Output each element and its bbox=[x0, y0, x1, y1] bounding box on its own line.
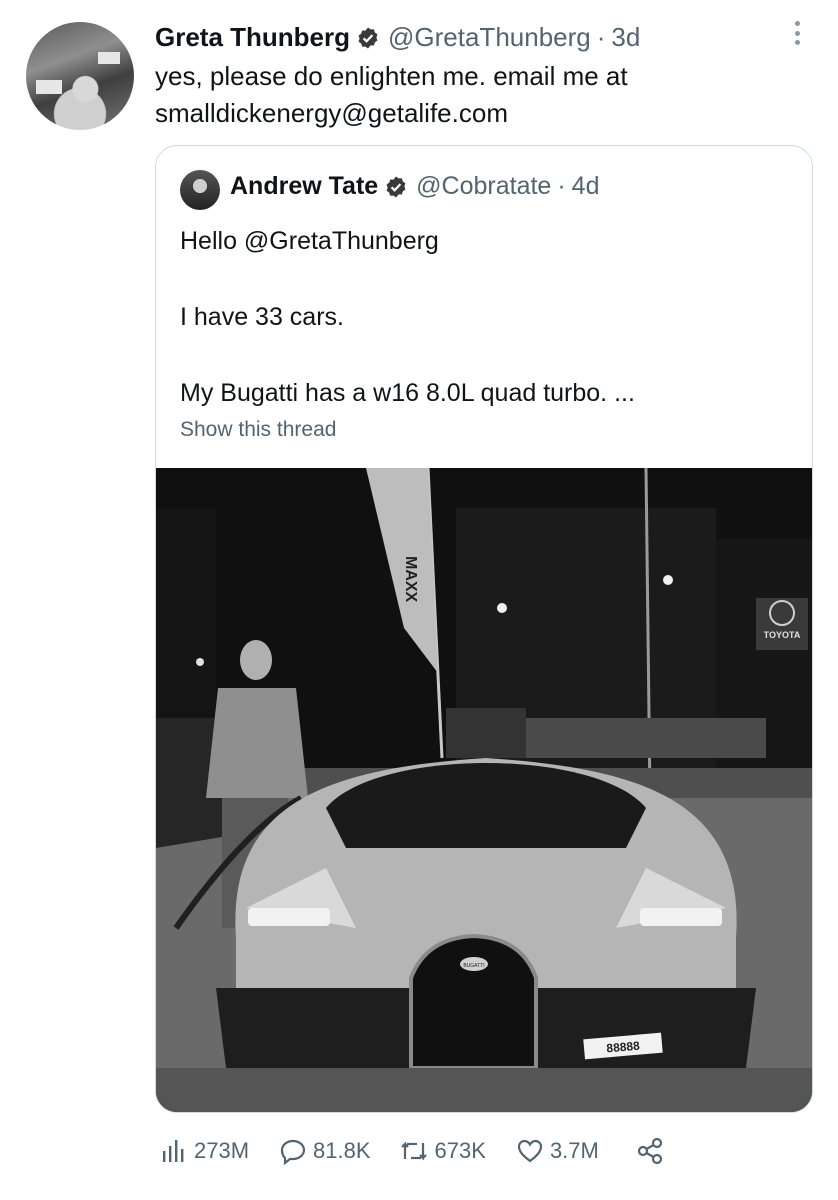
quoted-author-name[interactable]: Andrew Tate bbox=[230, 172, 378, 201]
quoted-tweet-header: Andrew Tate @Cobratate · 4d bbox=[230, 172, 599, 201]
like-count: 3.7M bbox=[549, 1138, 599, 1163]
author-avatar[interactable] bbox=[26, 22, 134, 130]
reply-icon bbox=[280, 1139, 306, 1165]
share-button[interactable] bbox=[635, 1136, 671, 1166]
reply-count: 81.8K bbox=[313, 1138, 371, 1163]
views-count: 273M bbox=[194, 1138, 250, 1163]
verified-badge-icon bbox=[358, 27, 378, 48]
plate-text: 88888 bbox=[606, 1039, 641, 1056]
avatar-sign bbox=[98, 52, 120, 64]
retweet-button[interactable]: 673K bbox=[399, 1137, 486, 1165]
author-name[interactable]: Greta Thunberg bbox=[155, 22, 350, 53]
tweet[interactable]: Greta Thunberg @GretaThunberg · 3d yes, … bbox=[0, 0, 838, 1200]
author-handle[interactable]: @GretaThunberg bbox=[388, 22, 591, 53]
share-icon bbox=[637, 1137, 662, 1165]
flag-brand-text: MAXX bbox=[402, 556, 419, 603]
views-icon bbox=[163, 1140, 184, 1162]
like-icon bbox=[517, 1139, 543, 1163]
car-photo: TOYOTA MAXX BUGATTI 88888 bbox=[156, 468, 812, 1112]
retweet-count: 673K bbox=[434, 1138, 486, 1163]
reply-button[interactable]: 81.8K bbox=[279, 1137, 371, 1165]
views-button[interactable]: 273M bbox=[160, 1137, 249, 1165]
tweet-text-line: yes, please do enlighten me. email me at bbox=[155, 61, 628, 91]
verified-badge-icon bbox=[386, 176, 406, 197]
quoted-text-line: My Bugatti has a w16 8.0L quad turbo. ..… bbox=[180, 379, 635, 407]
tweet-header: Greta Thunberg @GretaThunberg · 3d bbox=[155, 22, 640, 53]
show-thread-link[interactable]: Show this thread bbox=[180, 418, 336, 442]
quoted-tweet-text: Hello @GretaThunberg I have 33 cars. My … bbox=[180, 222, 790, 412]
more-icon[interactable] bbox=[790, 18, 804, 48]
tweet-text-line: smalldickenergy@getalife.com bbox=[155, 98, 508, 128]
quoted-author-avatar[interactable] bbox=[180, 170, 220, 210]
quoted-tweet-time[interactable]: 4d bbox=[572, 172, 600, 201]
like-button[interactable]: 3.7M bbox=[516, 1137, 599, 1165]
quoted-text-line: I have 33 cars. bbox=[180, 303, 344, 331]
separator-dot: · bbox=[557, 172, 566, 200]
tweet-actions: 273M 81.8K 673K 3.7M bbox=[160, 1136, 671, 1166]
quoted-text-line: Hello @GretaThunberg bbox=[180, 227, 439, 255]
badge-text: BUGATTI bbox=[463, 963, 484, 969]
quoted-tweet-photo[interactable]: TOYOTA MAXX BUGATTI 88888 bbox=[156, 468, 812, 1112]
avatar-sign bbox=[36, 80, 62, 94]
dealer-sign-text: TOYOTA bbox=[764, 630, 801, 640]
separator-dot: · bbox=[596, 22, 606, 52]
quoted-author-handle[interactable]: @Cobratate bbox=[416, 172, 551, 201]
quoted-tweet[interactable]: Andrew Tate @Cobratate · 4d Hello @Greta… bbox=[155, 145, 813, 1113]
tweet-time[interactable]: 3d bbox=[611, 22, 640, 53]
retweet-icon bbox=[400, 1141, 427, 1161]
tweet-text: yes, please do enlighten me. email me at… bbox=[155, 58, 775, 132]
